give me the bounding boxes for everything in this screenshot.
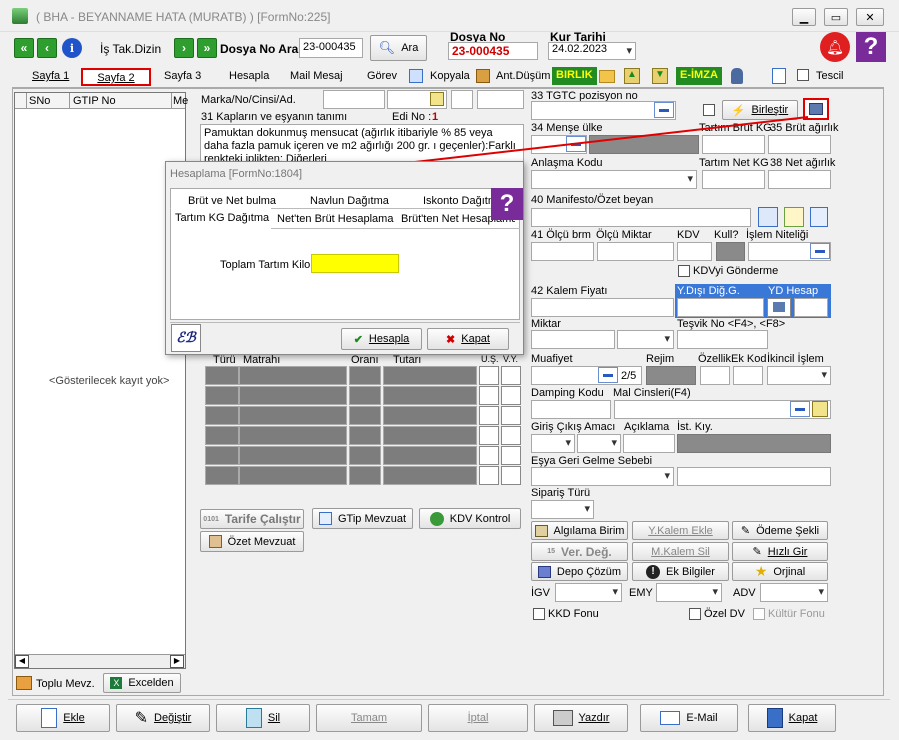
tab-netten-brut[interactable]: Net'ten Brüt Hesaplama (277, 213, 393, 225)
printer-icon (552, 710, 573, 726)
tab-row-divider (271, 228, 520, 229)
tab-tartim-kg-dagitma[interactable]: Tartım KG Dağıtma (175, 212, 269, 224)
sil-button[interactable]: Sil (216, 704, 310, 732)
checkmark-icon: ✔ (353, 333, 363, 346)
dialog-hesapla-button[interactable]: ✔ Hesapla (341, 328, 422, 350)
yazdir-button[interactable]: Yazdır (534, 704, 628, 732)
tab-navlun-dagitma[interactable]: Navlun Dağıtma (310, 195, 389, 207)
dialog-help-icon[interactable]: ? (491, 188, 523, 220)
eb-logo-icon: ℰℬ (171, 324, 201, 352)
toplam-tartim-field[interactable] (311, 254, 399, 273)
iptal-button[interactable]: İptal (428, 704, 528, 732)
new-document-icon (41, 708, 58, 728)
kapat-button[interactable]: Kapat (748, 704, 836, 732)
ekle-button[interactable]: Ekle (16, 704, 110, 732)
degistir-button[interactable]: ✎ Değiştir (116, 704, 210, 732)
hesaplama-dialog: Hesaplama [FormNo:1804] Brüt ve Net bulm… (165, 161, 524, 355)
annotation-arrow (318, 116, 809, 178)
tamam-button[interactable]: Tamam (316, 704, 422, 732)
tab-iskonto-dagitma[interactable]: Iskonto Dağıtma (423, 195, 491, 207)
edit-pencil-icon: ✎ (134, 710, 149, 727)
recycle-bin-icon (245, 708, 262, 728)
toplam-tartim-label: Toplam Tartım Kilo (220, 259, 311, 271)
x-icon: ✖ (446, 333, 456, 346)
exit-door-icon (766, 708, 783, 728)
dialog-title: Hesaplama [FormNo:1804] (170, 168, 303, 180)
dialog-kapat-button[interactable]: ✖ Kapat (427, 328, 509, 350)
tab-brut-net-bulma[interactable]: Brüt ve Net bulma (188, 195, 276, 207)
dialog-footer-divider (170, 322, 520, 323)
email-button[interactable]: E-Mail (640, 704, 738, 732)
envelope-icon (660, 711, 681, 725)
